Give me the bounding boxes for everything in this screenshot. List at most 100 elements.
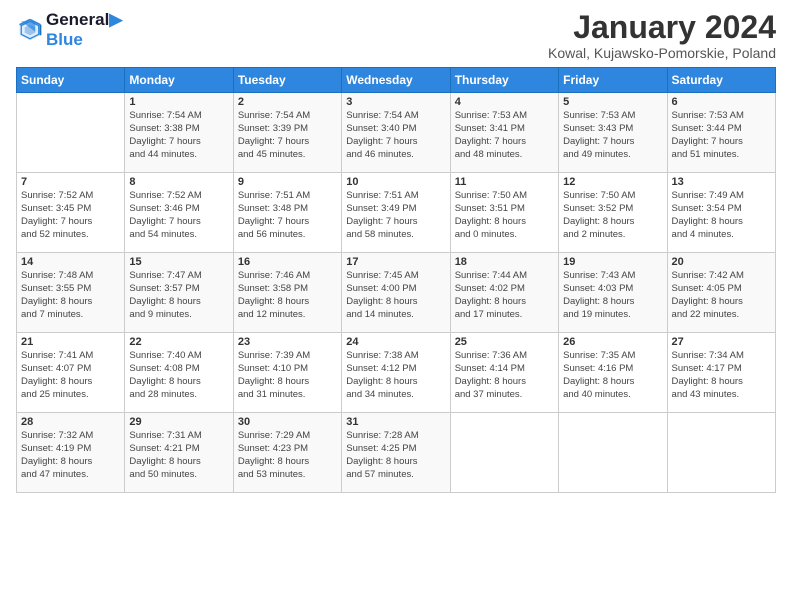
calendar-cell: 29 Sunrise: 7:31 AMSunset: 4:21 PMDayligh… <box>125 413 233 493</box>
cell-content: Sunrise: 7:52 AMSunset: 3:46 PMDaylight:… <box>129 190 228 241</box>
day-number: 31 <box>346 416 445 428</box>
calendar-cell: 2Sunrise: 7:54 AMSunset: 3:39 PMDaylight… <box>233 93 341 173</box>
day-number: 30 <box>238 416 337 428</box>
calendar-week-row: 21 Sunrise: 7:41 AMSunset: 4:07 PMDayligh… <box>17 333 776 413</box>
cell-content: Sunrise: 7:54 AMSunset: 3:40 PMDaylight:… <box>346 110 445 161</box>
cell-content: Sunrise: 7:40 AMSunset: 4:08 PMDaylight:… <box>129 350 228 401</box>
cell-content: Sunrise: 7:31 AMSunset: 4:21 PMDaylight:… <box>129 430 228 481</box>
calendar-cell: 14Sunrise: 7:48 AMSunset: 3:55 PMDayligh… <box>17 253 125 333</box>
weekday-header-friday: Friday <box>559 68 667 93</box>
calendar-cell: 8Sunrise: 7:52 AMSunset: 3:46 PMDaylight… <box>125 173 233 253</box>
calendar-cell <box>559 413 667 493</box>
main-container: General▶ Blue January 2024 Kowal, Kujaws… <box>0 0 792 503</box>
logo-icon <box>16 16 44 44</box>
day-number: 10 <box>346 176 445 188</box>
day-number: 16 <box>238 256 337 268</box>
calendar-cell: 7 Sunrise: 7:52 AMSunset: 3:45 PMDaylight… <box>17 173 125 253</box>
calendar-week-row: 14Sunrise: 7:48 AMSunset: 3:55 PMDayligh… <box>17 253 776 333</box>
day-number: 12 <box>563 176 662 188</box>
cell-content: Sunrise: 7:49 AMSunset: 3:54 PMDaylight:… <box>672 190 771 241</box>
calendar-cell: 27 Sunrise: 7:34 AMSunset: 4:17 PMDayligh… <box>667 333 775 413</box>
calendar-cell: 11Sunrise: 7:50 AMSunset: 3:51 PMDayligh… <box>450 173 558 253</box>
calendar-cell: 13 Sunrise: 7:49 AMSunset: 3:54 PMDayligh… <box>667 173 775 253</box>
calendar-cell <box>17 93 125 173</box>
cell-content: Sunrise: 7:46 AMSunset: 3:58 PMDaylight:… <box>238 270 337 321</box>
day-number: 27 <box>672 336 771 348</box>
calendar-table: SundayMondayTuesdayWednesdayThursdayFrid… <box>16 67 776 493</box>
cell-content: Sunrise: 7:34 AMSunset: 4:17 PMDaylight:… <box>672 350 771 401</box>
cell-content: Sunrise: 7:38 AMSunset: 4:12 PMDaylight:… <box>346 350 445 401</box>
day-number: 13 <box>672 176 771 188</box>
day-number: 2 <box>238 96 337 108</box>
calendar-cell: 10 Sunrise: 7:51 AMSunset: 3:49 PMDayligh… <box>342 173 450 253</box>
day-number: 24 <box>346 336 445 348</box>
day-number: 15 <box>129 256 228 268</box>
calendar-cell: 28Sunrise: 7:32 AMSunset: 4:19 PMDayligh… <box>17 413 125 493</box>
day-number: 7 <box>21 176 120 188</box>
calendar-week-row: 1 Sunrise: 7:54 AMSunset: 3:38 PMDaylight… <box>17 93 776 173</box>
cell-content: Sunrise: 7:35 AMSunset: 4:16 PMDaylight:… <box>563 350 662 401</box>
day-number: 26 <box>563 336 662 348</box>
cell-content: Sunrise: 7:43 AMSunset: 4:03 PMDaylight:… <box>563 270 662 321</box>
day-number: 25 <box>455 336 554 348</box>
calendar-cell: 21 Sunrise: 7:41 AMSunset: 4:07 PMDayligh… <box>17 333 125 413</box>
calendar-cell: 19 Sunrise: 7:43 AMSunset: 4:03 PMDayligh… <box>559 253 667 333</box>
day-number: 18 <box>455 256 554 268</box>
calendar-cell: 26 Sunrise: 7:35 AMSunset: 4:16 PMDayligh… <box>559 333 667 413</box>
weekday-header-tuesday: Tuesday <box>233 68 341 93</box>
weekday-header-sunday: Sunday <box>17 68 125 93</box>
calendar-cell: 22 Sunrise: 7:40 AMSunset: 4:08 PMDayligh… <box>125 333 233 413</box>
cell-content: Sunrise: 7:36 AMSunset: 4:14 PMDaylight:… <box>455 350 554 401</box>
month-title: January 2024 <box>548 10 776 45</box>
calendar-cell: 3Sunrise: 7:54 AMSunset: 3:40 PMDaylight… <box>342 93 450 173</box>
cell-content: Sunrise: 7:54 AMSunset: 3:38 PMDaylight:… <box>129 110 228 161</box>
calendar-cell: 18 Sunrise: 7:44 AMSunset: 4:02 PMDayligh… <box>450 253 558 333</box>
page-header: General▶ Blue January 2024 Kowal, Kujaws… <box>16 10 776 61</box>
day-number: 17 <box>346 256 445 268</box>
day-number: 21 <box>21 336 120 348</box>
title-block: January 2024 Kowal, Kujawsko-Pomorskie, … <box>548 10 776 61</box>
cell-content: Sunrise: 7:42 AMSunset: 4:05 PMDaylight:… <box>672 270 771 321</box>
day-number: 14 <box>21 256 120 268</box>
logo: General▶ Blue <box>16 10 122 49</box>
cell-content: Sunrise: 7:44 AMSunset: 4:02 PMDaylight:… <box>455 270 554 321</box>
calendar-cell: 16 Sunrise: 7:46 AMSunset: 3:58 PMDayligh… <box>233 253 341 333</box>
cell-content: Sunrise: 7:41 AMSunset: 4:07 PMDaylight:… <box>21 350 120 401</box>
calendar-cell: 4Sunrise: 7:53 AMSunset: 3:41 PMDaylight… <box>450 93 558 173</box>
day-number: 9 <box>238 176 337 188</box>
calendar-cell: 31 Sunrise: 7:28 AMSunset: 4:25 PMDayligh… <box>342 413 450 493</box>
cell-content: Sunrise: 7:51 AMSunset: 3:48 PMDaylight:… <box>238 190 337 241</box>
logo-line2: Blue <box>46 30 122 50</box>
cell-content: Sunrise: 7:53 AMSunset: 3:43 PMDaylight:… <box>563 110 662 161</box>
calendar-cell: 20 Sunrise: 7:42 AMSunset: 4:05 PMDayligh… <box>667 253 775 333</box>
cell-content: Sunrise: 7:28 AMSunset: 4:25 PMDaylight:… <box>346 430 445 481</box>
calendar-week-row: 7 Sunrise: 7:52 AMSunset: 3:45 PMDaylight… <box>17 173 776 253</box>
day-number: 11 <box>455 176 554 188</box>
calendar-cell: 24 Sunrise: 7:38 AMSunset: 4:12 PMDayligh… <box>342 333 450 413</box>
location-subtitle: Kowal, Kujawsko-Pomorskie, Poland <box>548 45 776 61</box>
cell-content: Sunrise: 7:29 AMSunset: 4:23 PMDaylight:… <box>238 430 337 481</box>
logo-line1: General▶ <box>46 10 122 30</box>
cell-content: Sunrise: 7:45 AMSunset: 4:00 PMDaylight:… <box>346 270 445 321</box>
cell-content: Sunrise: 7:52 AMSunset: 3:45 PMDaylight:… <box>21 190 120 241</box>
calendar-cell: 9 Sunrise: 7:51 AMSunset: 3:48 PMDaylight… <box>233 173 341 253</box>
day-number: 29 <box>129 416 228 428</box>
logo-text-block: General▶ Blue <box>46 10 122 49</box>
cell-content: Sunrise: 7:53 AMSunset: 3:44 PMDaylight:… <box>672 110 771 161</box>
calendar-cell: 23Sunrise: 7:39 AMSunset: 4:10 PMDayligh… <box>233 333 341 413</box>
calendar-cell: 1 Sunrise: 7:54 AMSunset: 3:38 PMDaylight… <box>125 93 233 173</box>
cell-content: Sunrise: 7:50 AMSunset: 3:52 PMDaylight:… <box>563 190 662 241</box>
weekday-header-wednesday: Wednesday <box>342 68 450 93</box>
day-number: 22 <box>129 336 228 348</box>
calendar-cell: 25 Sunrise: 7:36 AMSunset: 4:14 PMDayligh… <box>450 333 558 413</box>
day-number: 4 <box>455 96 554 108</box>
weekday-header-thursday: Thursday <box>450 68 558 93</box>
cell-content: Sunrise: 7:51 AMSunset: 3:49 PMDaylight:… <box>346 190 445 241</box>
day-number: 20 <box>672 256 771 268</box>
cell-content: Sunrise: 7:47 AMSunset: 3:57 PMDaylight:… <box>129 270 228 321</box>
weekday-header-monday: Monday <box>125 68 233 93</box>
day-number: 5 <box>563 96 662 108</box>
day-number: 1 <box>129 96 228 108</box>
cell-content: Sunrise: 7:39 AMSunset: 4:10 PMDaylight:… <box>238 350 337 401</box>
day-number: 19 <box>563 256 662 268</box>
